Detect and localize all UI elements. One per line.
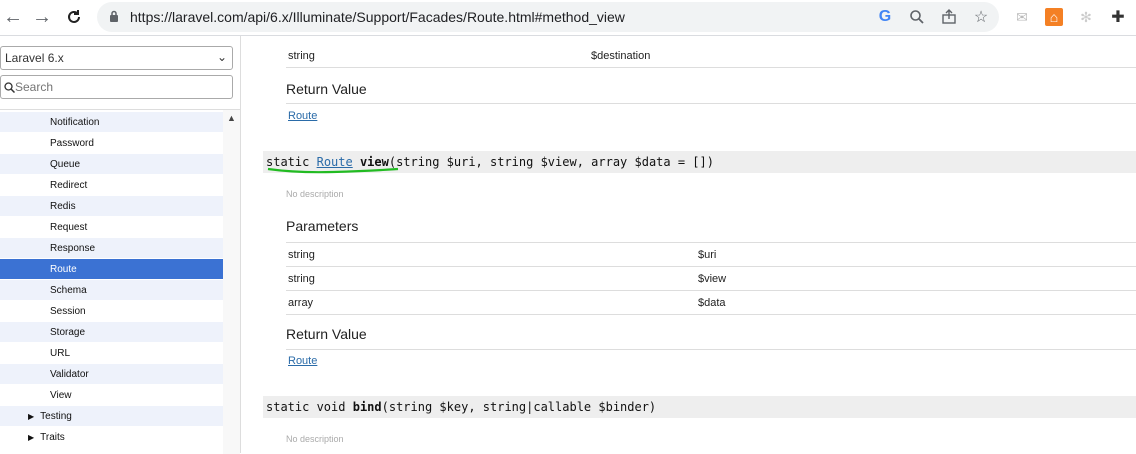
tree-item-request[interactable]: Request <box>0 217 223 238</box>
method-description: No description <box>286 434 344 444</box>
parameters-heading: Parameters <box>286 218 359 234</box>
method-signature-bind: static void bind(string $key, string|cal… <box>263 396 1136 418</box>
expand-triangle-icon[interactable]: ▶ <box>28 412 34 421</box>
tree-item-redis[interactable]: Redis <box>0 196 223 217</box>
chevron-down-icon: ⌄ <box>216 50 227 64</box>
lock-icon[interactable] <box>109 10 119 28</box>
extensions-puzzle-icon[interactable]: ✚ <box>1109 8 1127 26</box>
expand-triangle-icon[interactable]: ▶ <box>28 433 34 442</box>
param-type: string <box>288 249 315 261</box>
param-row: string $uri <box>286 243 1136 267</box>
search-icon <box>4 80 16 98</box>
tree-item-schema[interactable]: Schema <box>0 280 223 301</box>
tree-item-storage[interactable]: Storage <box>0 322 223 343</box>
method-name-bind: bind <box>352 400 382 414</box>
sidebar: Laravel 6.x ⌄ Notification Password Queu… <box>0 36 241 454</box>
tree-item-session[interactable]: Session <box>0 301 223 322</box>
reload-icon[interactable] <box>63 6 85 28</box>
param-row: string $destination <box>286 44 1136 68</box>
tree-item-notification[interactable]: Notification <box>0 112 223 133</box>
url-text[interactable]: https://laravel.com/api/6.x/Illuminate/S… <box>130 9 625 25</box>
param-type: string <box>288 50 315 62</box>
tree-folder-testing[interactable]: ▶ Testing <box>0 406 223 427</box>
param-name: $destination <box>591 50 651 62</box>
search-box[interactable] <box>0 75 233 99</box>
divider <box>286 349 1136 350</box>
method-prefix: static void <box>266 400 346 414</box>
param-type: string <box>288 273 315 285</box>
divider <box>286 103 1136 104</box>
param-row: array $data <box>286 291 1136 315</box>
tree-item-route[interactable]: Route <box>0 259 223 280</box>
green-underline-annotation <box>267 167 399 174</box>
tree-item-queue[interactable]: Queue <box>0 154 223 175</box>
address-bar[interactable]: https://laravel.com/api/6.x/Illuminate/S… <box>97 2 999 32</box>
tree-item-validator[interactable]: Validator <box>0 364 223 385</box>
return-type-link[interactable]: Route <box>288 110 317 122</box>
version-select-value: Laravel 6.x <box>5 51 64 65</box>
back-icon[interactable]: ← <box>2 6 24 28</box>
param-name: $uri <box>698 249 717 261</box>
google-icon[interactable]: G <box>875 7 895 27</box>
method-args: (string $uri, string $view, array $data … <box>388 155 714 169</box>
param-row: string $view <box>286 267 1136 291</box>
mail-extension-icon[interactable]: ✉ <box>1013 8 1031 26</box>
forward-icon[interactable]: → <box>31 6 53 28</box>
return-value-heading: Return Value <box>286 326 367 342</box>
browser-toolbar: ← → https://laravel.com/api/6.x/Illumina… <box>0 0 1136 36</box>
tree-item-redirect[interactable]: Redirect <box>0 175 223 196</box>
namespace-tree: Notification Password Queue Redirect Red… <box>0 109 240 454</box>
tree-item-view[interactable]: View <box>0 385 223 406</box>
extension-gear-icon[interactable]: ✻ <box>1077 8 1095 26</box>
method-description: No description <box>286 189 344 199</box>
sidebar-scrollbar[interactable]: ▲ <box>223 110 240 454</box>
scroll-up-arrow-icon[interactable]: ▲ <box>227 113 236 123</box>
method-args: (string $key, string|callable $binder) <box>381 400 657 414</box>
param-type: array <box>288 297 314 309</box>
extension-orange-icon[interactable]: ⌂ <box>1045 8 1063 26</box>
tree-folder-traits[interactable]: ▶ Traits <box>0 427 223 448</box>
main-content: string $destination Return Value Route s… <box>241 36 1136 453</box>
param-name: $view <box>698 273 727 285</box>
return-value-heading: Return Value <box>286 81 367 97</box>
share-icon[interactable] <box>939 7 959 27</box>
tree-item-url[interactable]: URL <box>0 343 223 364</box>
zoom-icon[interactable] <box>907 7 927 27</box>
param-name: $data <box>698 297 726 309</box>
folder-label: Traits <box>40 432 65 443</box>
bookmark-star-icon[interactable]: ☆ <box>971 7 991 27</box>
tree-item-response[interactable]: Response <box>0 238 223 259</box>
version-select[interactable]: Laravel 6.x ⌄ <box>0 46 233 70</box>
return-type-link[interactable]: Route <box>288 355 317 367</box>
search-input[interactable] <box>15 78 225 96</box>
tree-item-password[interactable]: Password <box>0 133 223 154</box>
folder-label: Testing <box>40 411 72 422</box>
